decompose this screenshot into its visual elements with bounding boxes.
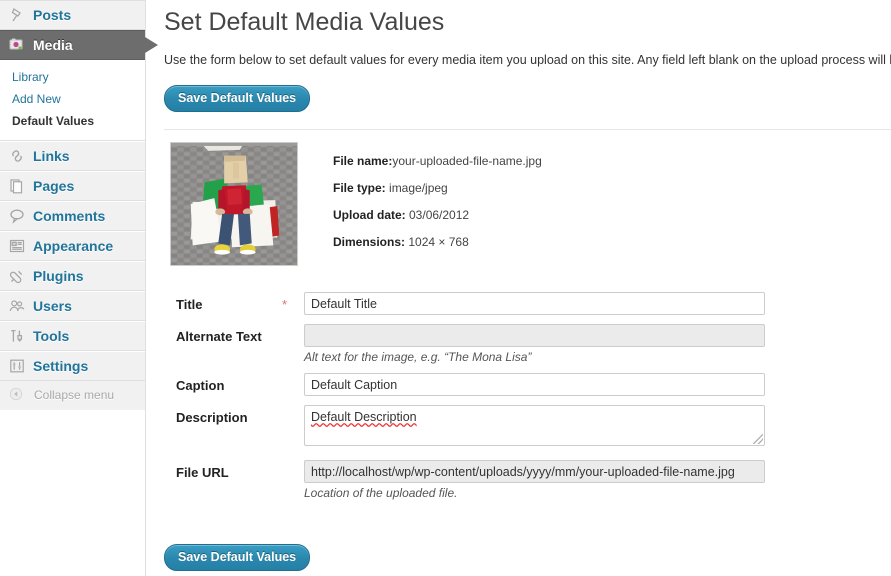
sidebar-item-links[interactable]: Links — [0, 141, 145, 171]
description-label: Description — [176, 410, 248, 425]
save-default-values-button-top[interactable]: Save Default Values — [164, 85, 311, 112]
form-row-caption: Caption — [164, 373, 891, 397]
meta-dimensions: Dimensions: 1024 × 768 — [333, 229, 542, 256]
sidebar-submenu: Library Add New Default Values — [0, 60, 145, 141]
alternate-text-label: Alternate Text — [176, 329, 262, 344]
file-url-hint: Location of the uploaded file. — [304, 486, 458, 500]
resize-handle-icon[interactable] — [753, 434, 763, 444]
media-meta-list: File name:your-uploaded-file-name.jpg Fi… — [333, 142, 542, 266]
caption-label: Caption — [176, 378, 225, 393]
sidebar-item-label: Tools — [33, 328, 70, 344]
save-button-top-wrap: Save Default Values — [164, 68, 891, 112]
save-button-bottom-wrap: Save Default Values — [164, 527, 891, 571]
sidebar-item-appearance[interactable]: Appearance — [0, 231, 145, 261]
alternate-text-hint: Alt text for the image, e.g. “The Mona L… — [304, 350, 532, 364]
form-row-alternate-text: Alternate Text Alt text for the image, e… — [164, 324, 891, 365]
file-url-input[interactable] — [304, 460, 765, 483]
collapse-menu-button[interactable]: Collapse menu — [0, 381, 145, 409]
sidebar-item-label: Media — [33, 37, 73, 53]
sidebar-item-plugins[interactable]: Plugins — [0, 261, 145, 291]
caption-input[interactable] — [304, 373, 765, 396]
sidebar-item-label: Users — [33, 298, 72, 314]
description-value: Default Description — [311, 410, 417, 424]
meta-upload-date: Upload date: 03/06/2012 — [333, 202, 542, 229]
sidebar-subitem-add-new[interactable]: Add New — [0, 88, 145, 110]
thumbnail-wrap — [170, 142, 298, 266]
sidebar-item-tools[interactable]: Tools — [0, 321, 145, 351]
meta-file-type: File type: image/jpeg — [333, 175, 542, 202]
file-url-label: File URL — [176, 465, 229, 480]
sidebar-item-label: Posts — [33, 7, 72, 23]
sidebar-item-media[interactable]: Media — [0, 30, 158, 60]
sidebar-subitem-library[interactable]: Library — [0, 66, 145, 88]
alternate-text-spacer — [282, 324, 304, 326]
sidebar-item-label: Appearance — [33, 238, 114, 254]
meta-dimensions-label: Dimensions: — [333, 235, 406, 249]
sidebar-menu: Posts Media Library Add New Default Valu… — [0, 0, 158, 409]
sidebar-item-pages[interactable]: Pages — [0, 171, 145, 201]
title-label: Title — [176, 297, 203, 312]
save-default-values-button-bottom[interactable]: Save Default Values — [164, 544, 311, 571]
sidebar-item-comments[interactable]: Comments — [0, 201, 145, 231]
meta-file-name: File name:your-uploaded-file-name.jpg — [333, 148, 542, 175]
sidebar-subitem-default-values[interactable]: Default Values — [0, 110, 145, 132]
users-icon — [8, 297, 26, 315]
content-divider — [164, 129, 891, 130]
media-thumbnail[interactable] — [170, 142, 298, 266]
meta-dimensions-value: 1024 × 768 — [405, 235, 469, 249]
tools-icon — [8, 327, 26, 345]
camera-icon — [8, 36, 26, 54]
meta-file-name-label: File name: — [333, 154, 393, 168]
link-icon — [8, 147, 26, 165]
meta-file-type-label: File type: — [333, 181, 386, 195]
sidebar-item-settings[interactable]: Settings — [0, 351, 145, 381]
meta-upload-date-value: 03/06/2012 — [405, 208, 470, 222]
collapse-menu-label: Collapse menu — [34, 388, 115, 402]
sidebar-item-label: Pages — [33, 178, 75, 194]
form-row-title: Title * — [164, 292, 891, 316]
description-textarea[interactable]: Default Description — [304, 405, 765, 446]
comment-bubble-icon — [8, 207, 26, 225]
default-values-form: Title * Alternate Text Alt text for the … — [164, 292, 891, 501]
pages-icon — [8, 177, 26, 195]
alternate-text-input[interactable] — [304, 324, 765, 347]
sidebar-item-posts[interactable]: Posts — [0, 0, 145, 30]
collapse-arrow-icon — [8, 386, 26, 404]
sidebar-item-users[interactable]: Users — [0, 291, 145, 321]
settings-sliders-icon — [8, 357, 26, 375]
sidebar-item-label: Comments — [33, 208, 106, 224]
sidebar-item-label: Plugins — [33, 268, 84, 284]
admin-sidebar: Posts Media Library Add New Default Valu… — [0, 0, 158, 576]
form-row-description: Description Default Description — [164, 405, 891, 446]
meta-file-name-value: your-uploaded-file-name.jpg — [392, 154, 542, 168]
form-row-file-url: File URL Location of the uploaded file. — [164, 460, 891, 501]
appearance-icon — [8, 237, 26, 255]
admin-screen: Posts Media Library Add New Default Valu… — [0, 0, 891, 576]
title-input[interactable] — [304, 292, 765, 315]
meta-file-type-value: image/jpeg — [385, 181, 448, 195]
page-title: Set Default Media Values — [164, 8, 445, 36]
title-required-asterisk: * — [282, 297, 288, 312]
main-content: Set Default Media Values Use the form be… — [146, 0, 891, 576]
sidebar-item-label: Links — [33, 148, 70, 164]
file-url-spacer — [282, 460, 304, 462]
sidebar-item-label: Settings — [33, 358, 89, 374]
media-summary: File name:your-uploaded-file-name.jpg Fi… — [164, 142, 891, 266]
pin-icon — [8, 6, 26, 24]
meta-upload-date-label: Upload date: — [333, 208, 406, 222]
plug-icon — [8, 267, 26, 285]
page-intro-text: Use the form below to set default values… — [164, 53, 891, 67]
